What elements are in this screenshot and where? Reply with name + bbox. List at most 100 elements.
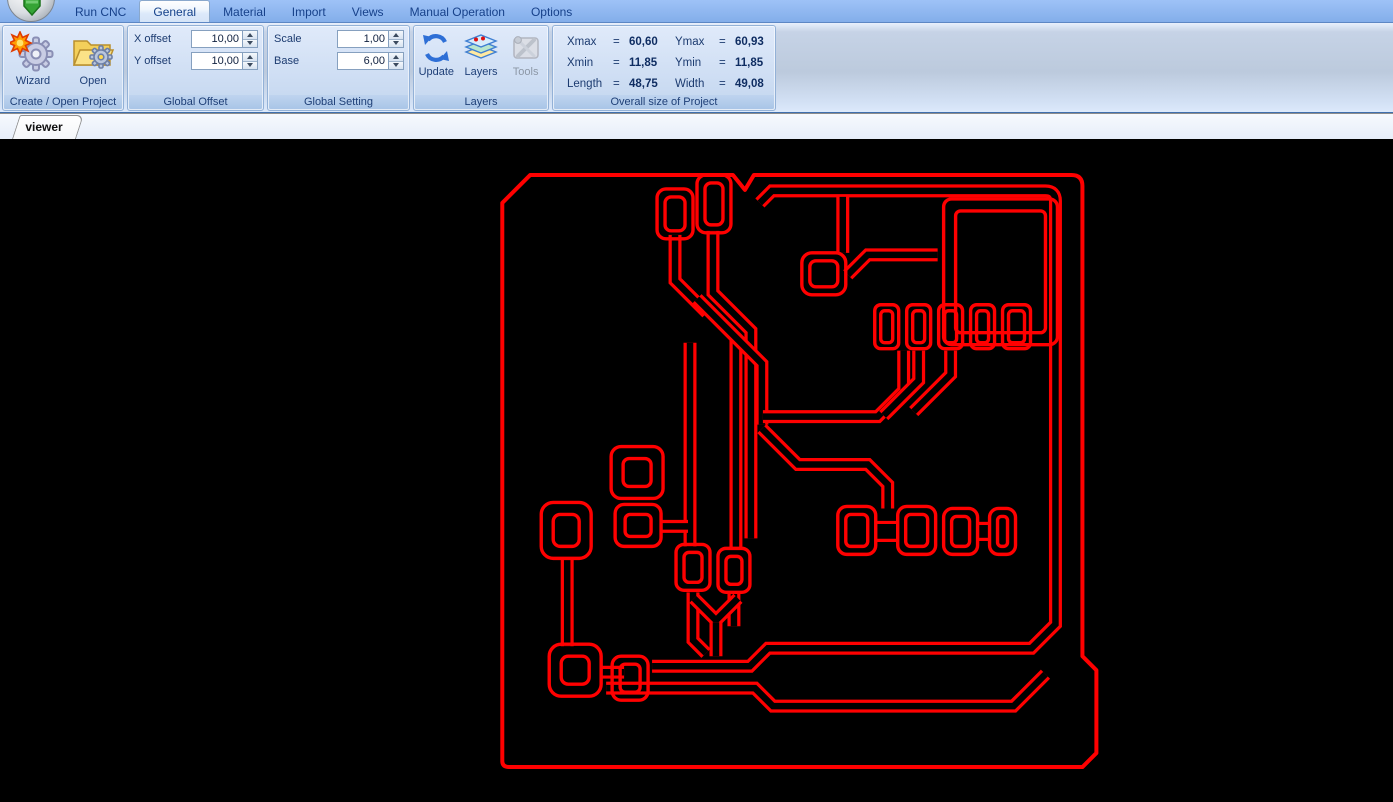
tab-manual-operation[interactable]: Manual Operation bbox=[397, 1, 518, 22]
base-up-button[interactable] bbox=[389, 53, 403, 61]
equals-sign: = bbox=[613, 35, 620, 48]
pcb-trace-preview bbox=[500, 172, 1099, 770]
scale-up-button[interactable] bbox=[389, 31, 403, 39]
xmax-label: Xmax bbox=[567, 35, 597, 48]
pcb-pad bbox=[910, 309, 927, 345]
x-offset-down-button[interactable] bbox=[243, 38, 257, 47]
pcb-pad bbox=[613, 502, 663, 549]
pcb-pad bbox=[724, 554, 744, 587]
tools-button-label: Tools bbox=[512, 66, 539, 78]
tab-material[interactable]: Material bbox=[210, 1, 279, 22]
ymax-value: 60,93 bbox=[735, 35, 764, 48]
group-caption: Layers bbox=[415, 95, 547, 109]
tools-icon bbox=[512, 36, 539, 59]
pcb-pad bbox=[808, 259, 840, 289]
xmax-value: 60,60 bbox=[629, 35, 658, 48]
pcb-pad bbox=[879, 309, 895, 345]
tools-button[interactable]: Tools bbox=[505, 30, 547, 95]
width-label: Width bbox=[675, 77, 705, 90]
group-overall-size: Xmax = 60,60 Ymax = 60,93 Xmin = 11,85 Y… bbox=[552, 25, 776, 111]
update-refresh-icon bbox=[423, 34, 450, 62]
green-arrow-icon bbox=[23, 0, 41, 17]
base-label: Base bbox=[274, 55, 300, 67]
base-down-button[interactable] bbox=[389, 60, 403, 69]
y-offset-value[interactable]: 10,00 bbox=[191, 52, 243, 70]
equals-sign: = bbox=[719, 77, 726, 90]
equals-sign: = bbox=[613, 56, 620, 69]
pcb-pad bbox=[995, 514, 1010, 549]
group-caption: Create / Open Project bbox=[4, 95, 122, 109]
group-global-offset: X offset 10,00 Y offset 10,00 Global Off… bbox=[127, 25, 264, 111]
pcb-pad bbox=[974, 309, 991, 345]
starburst-icon bbox=[10, 31, 33, 56]
equals-sign: = bbox=[613, 77, 620, 90]
group-caption: Global Offset bbox=[129, 95, 262, 109]
y-offset-up-button[interactable] bbox=[243, 53, 257, 61]
pcb-pad bbox=[623, 512, 653, 539]
group-layers: Update Layers Tools Layers bbox=[413, 25, 549, 111]
scale-value[interactable]: 1,00 bbox=[337, 30, 389, 48]
tab-options[interactable]: Options bbox=[518, 1, 585, 22]
length-label: Length bbox=[567, 77, 603, 90]
ribbon: Wizard Open Create / Open Project X offs… bbox=[0, 23, 1393, 113]
base-value[interactable]: 6,00 bbox=[337, 52, 389, 70]
pcb-pad bbox=[682, 550, 704, 585]
pcb-pad bbox=[559, 654, 591, 686]
pcb-pad bbox=[844, 512, 870, 549]
xmin-value: 11,85 bbox=[629, 56, 658, 69]
pcb-pad bbox=[539, 500, 593, 561]
pcb-pad bbox=[547, 642, 603, 698]
update-button[interactable]: Update bbox=[415, 30, 457, 95]
pcb-viewer-canvas[interactable] bbox=[0, 139, 1393, 801]
layers-button-label: Layers bbox=[464, 66, 498, 78]
xmin-label: Xmin bbox=[567, 56, 594, 69]
viewer-tab-label: viewer bbox=[25, 120, 63, 134]
x-offset-up-button[interactable] bbox=[243, 31, 257, 39]
base-spinner: 6,00 bbox=[337, 52, 404, 70]
ymin-value: 11,85 bbox=[735, 56, 764, 69]
open-button-label: Open bbox=[79, 75, 107, 87]
tab-run-cnc[interactable]: Run CNC bbox=[62, 1, 139, 22]
y-offset-spinner: 10,00 bbox=[191, 52, 258, 70]
equals-sign: = bbox=[719, 35, 726, 48]
tab-views[interactable]: Views bbox=[339, 1, 397, 22]
pcb-pad bbox=[621, 456, 653, 489]
length-value: 48,75 bbox=[629, 77, 658, 90]
tab-general[interactable]: General bbox=[139, 0, 211, 22]
ymin-label: Ymin bbox=[675, 56, 702, 69]
group-create-open-project: Wizard Open Create / Open Project bbox=[2, 25, 124, 111]
ribbon-tab-bar: Run CNC General Material Import Views Ma… bbox=[0, 0, 1393, 23]
wizard-button-label: Wizard bbox=[15, 75, 51, 87]
width-value: 49,08 bbox=[735, 77, 764, 90]
pcb-pad bbox=[663, 195, 687, 233]
wizard-gear-icon bbox=[10, 31, 54, 72]
x-offset-spinner: 10,00 bbox=[191, 30, 258, 48]
pcb-pad bbox=[949, 514, 972, 549]
pcb-pad bbox=[609, 444, 665, 501]
pcb-pad bbox=[551, 512, 581, 549]
x-offset-label: X offset bbox=[134, 33, 172, 45]
update-button-label: Update bbox=[418, 66, 455, 78]
x-offset-value[interactable]: 10,00 bbox=[191, 30, 243, 48]
y-offset-label: Y offset bbox=[134, 55, 171, 67]
pcb-pad bbox=[1006, 309, 1027, 345]
scale-down-button[interactable] bbox=[389, 38, 403, 47]
y-offset-down-button[interactable] bbox=[243, 60, 257, 69]
tab-import[interactable]: Import bbox=[279, 1, 339, 22]
wizard-button[interactable]: Wizard bbox=[5, 29, 61, 95]
pcb-pad bbox=[903, 512, 930, 549]
application-menu-button[interactable] bbox=[7, 0, 55, 22]
open-folder-icon bbox=[72, 40, 115, 69]
open-project-button[interactable]: Open bbox=[65, 29, 121, 95]
group-caption: Overall size of Project bbox=[554, 95, 774, 109]
project-size-readout: Xmax = 60,60 Ymax = 60,93 Xmin = 11,85 Y… bbox=[567, 31, 775, 94]
scale-label: Scale bbox=[274, 33, 302, 45]
ymax-label: Ymax bbox=[675, 35, 705, 48]
layers-button[interactable]: Layers bbox=[460, 30, 502, 95]
pcb-pad bbox=[703, 181, 725, 227]
layers-stack-icon bbox=[464, 34, 498, 59]
viewer-tab[interactable]: viewer bbox=[12, 115, 84, 139]
group-caption: Global Setting bbox=[269, 95, 408, 109]
group-global-setting: Scale 1,00 Base 6,00 Global Setting bbox=[267, 25, 410, 111]
scale-spinner: 1,00 bbox=[337, 30, 404, 48]
